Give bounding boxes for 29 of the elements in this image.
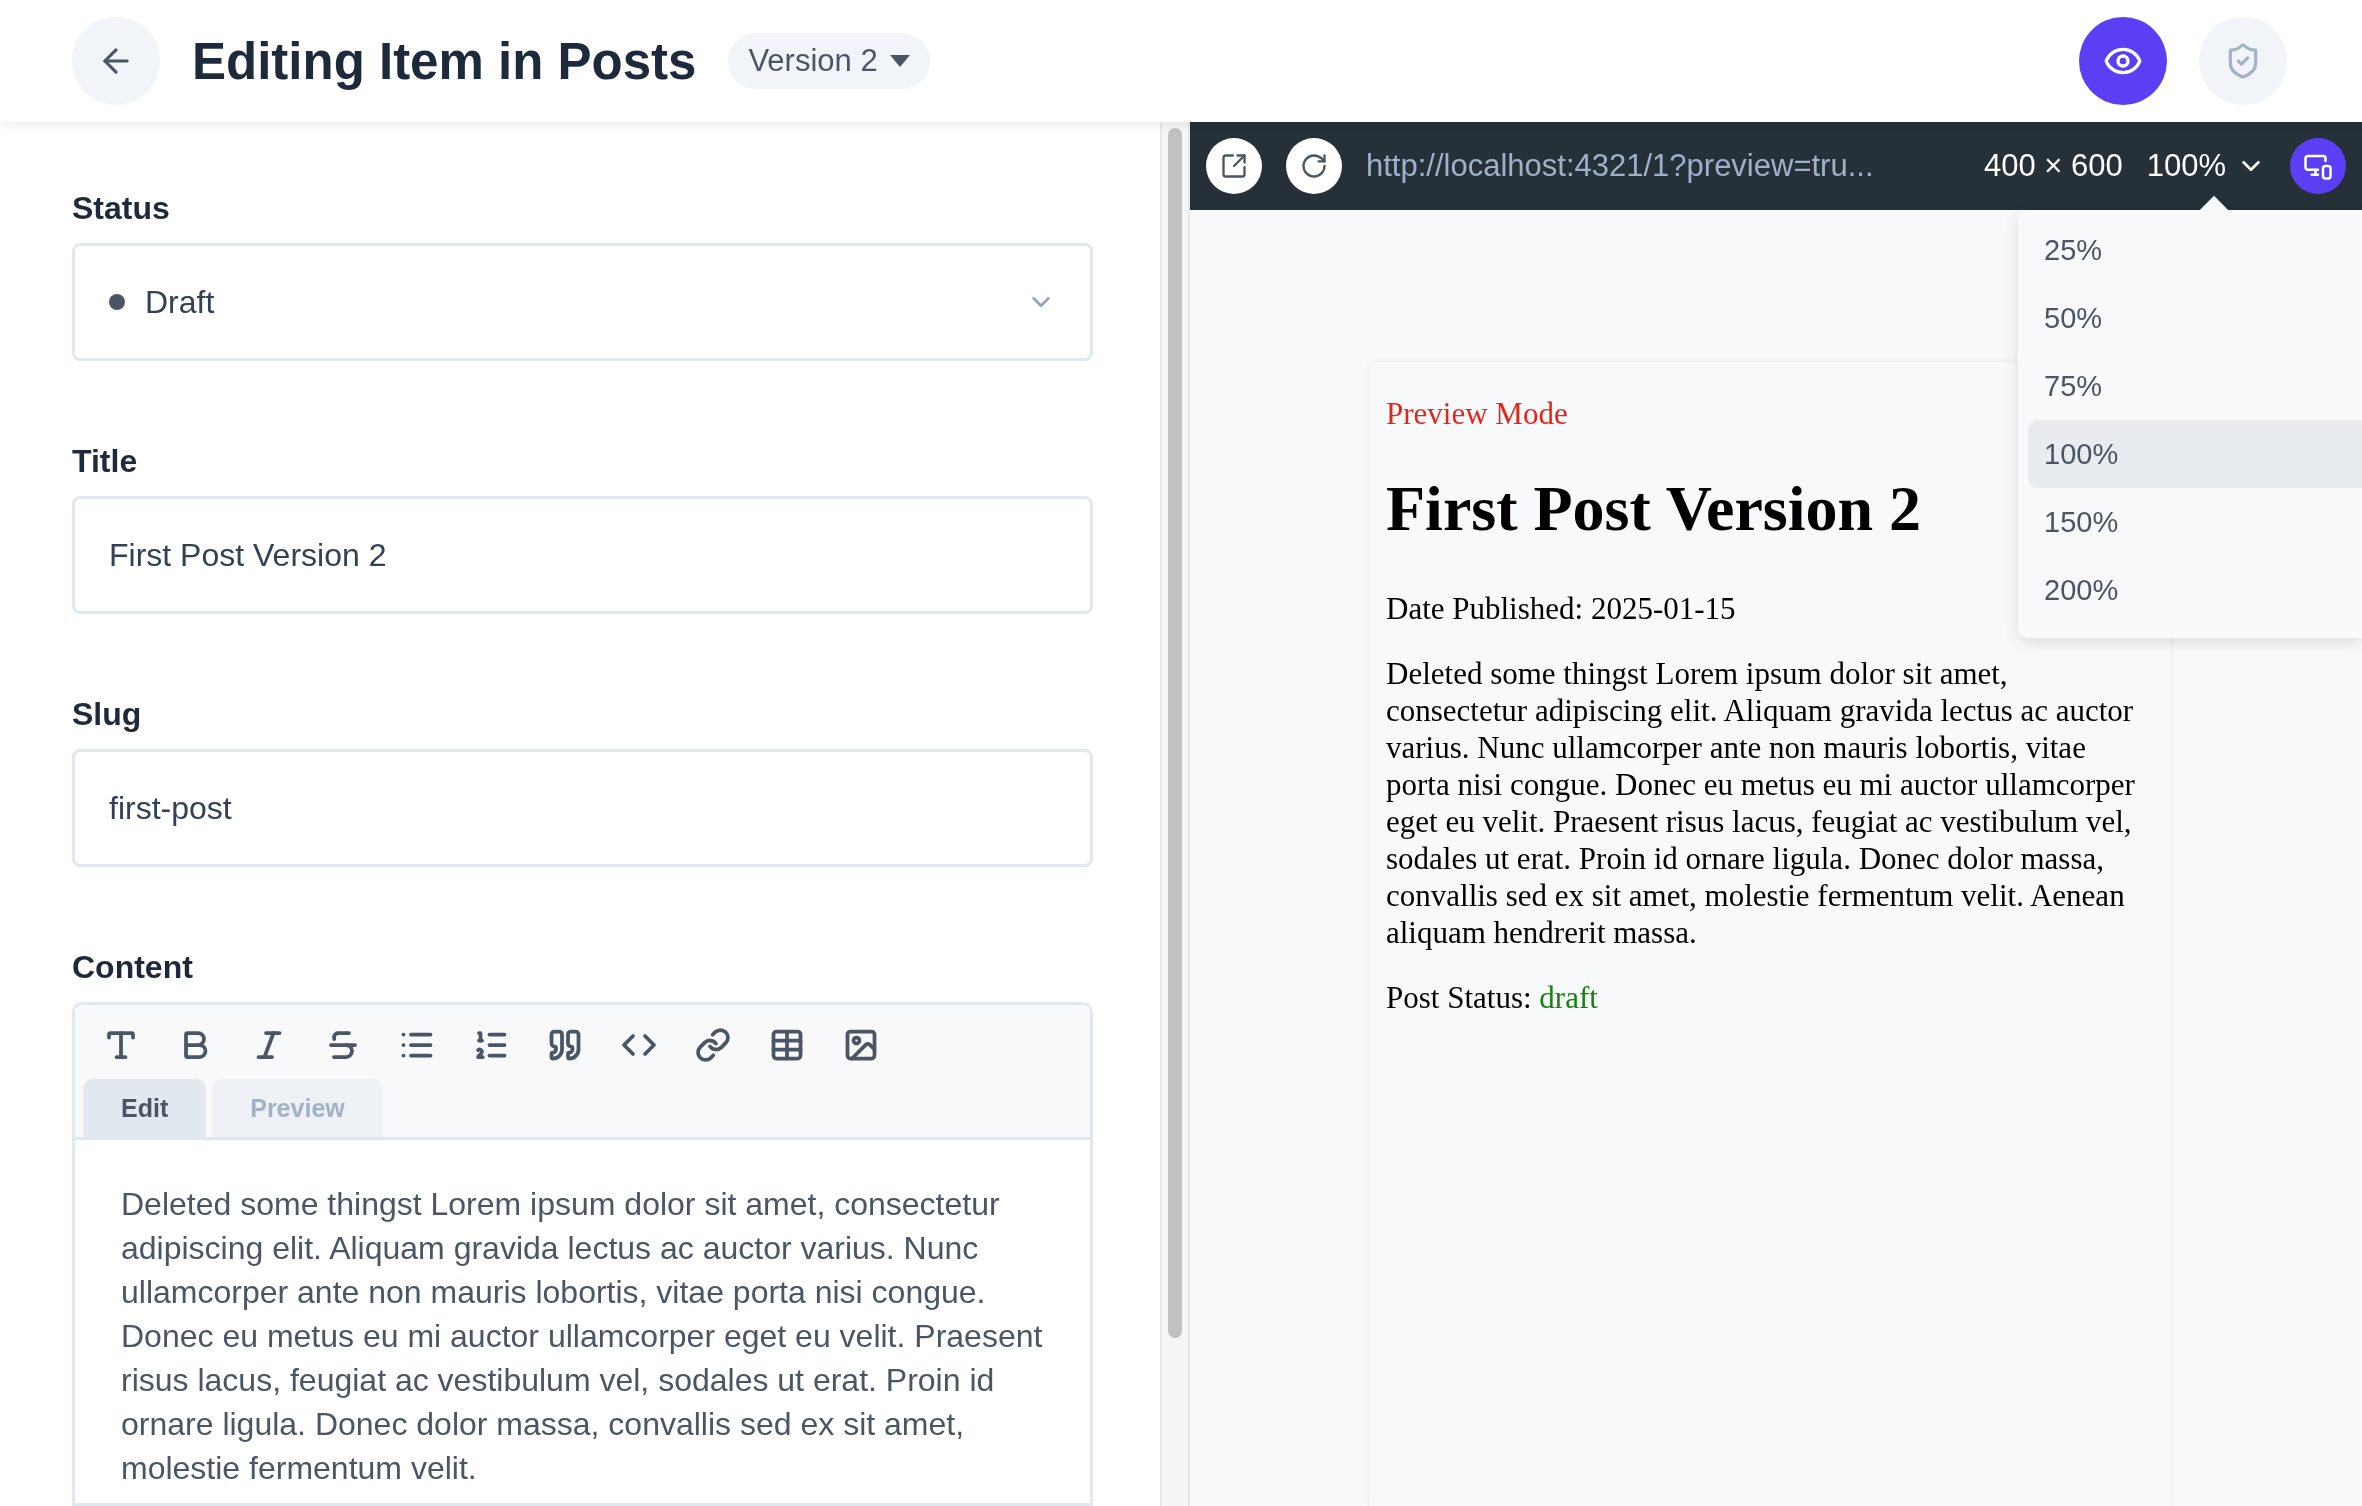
external-link-icon — [1220, 152, 1248, 180]
refresh-icon — [1300, 152, 1328, 180]
post-status-value: draft — [1539, 980, 1598, 1015]
refresh-button[interactable] — [1286, 138, 1342, 194]
preview-mode-label: Preview Mode — [1386, 396, 1568, 432]
post-status-label: Post Status: — [1386, 980, 1532, 1015]
status-dot-icon — [109, 294, 125, 310]
status-select[interactable]: Draft — [72, 243, 1093, 361]
page-title: Editing Item in Posts — [192, 31, 697, 91]
devices-button[interactable] — [2290, 138, 2346, 194]
post-heading: First Post Version 2 — [1386, 472, 1922, 546]
open-external-button[interactable] — [1206, 138, 1262, 194]
field-label: Content — [72, 949, 194, 986]
scrollbar[interactable] — [1160, 122, 1190, 1506]
zoom-select[interactable]: 100% — [2146, 148, 2266, 184]
field-label: Slug — [72, 696, 143, 733]
slug-field[interactable]: first-post — [72, 749, 1093, 867]
preview-url: http://localhost:4321/1?preview=tru... — [1366, 148, 1875, 184]
field-label: Title — [72, 443, 139, 480]
title-field[interactable]: First Post Version 2 — [72, 496, 1093, 614]
editor-tab[interactable]: Edit — [83, 1079, 207, 1137]
caret-icon — [889, 55, 910, 67]
zoom-option[interactable]: 100% — [2028, 420, 2362, 488]
version-select[interactable]: Version 2 — [728, 33, 930, 89]
content-text: Deleted some thingst Lorem ipsum dolor sit amet, consectetur adipiscing elit. Aliquam gravida lectus ac auctor varius. Nunc ullamcorper ante non mauris lobortis, vitae porta nisi congue. Donec eu metus eu mi auctor ullamcorper eget eu velit. Praesent risus lacus, feugiat ac vestibulum vel, sodales ut erat. Proin id ornare ligula. Donec dolor massa, convallis sed ex sit amet, molestie fermentum velit. — [120, 1185, 1044, 1488]
post-date: Date Published: 2025-01-15 — [1386, 590, 1736, 627]
post-body: Deleted some thingst Lorem ipsum dolor sit amet, consectetur adipiscing elit. Aliquam gravida lectus ac auctor varius. Nunc ullamcorper ante non mauris lobortis, vitae porta nisi congue. Donec eu metus eu mi auctor ullamcorper eget eu velit. Praesent risus lacus, feugiat ac vestibulum vel, sodales ut erat. Proin id ornare ligula. Donec dolor massa, convallis sed ex sit amet, molestie fermentum velit. Aenean aliquam hendrerit massa. — [1386, 655, 2136, 951]
viewport-size: 400 × 600 — [1983, 148, 2123, 184]
field-label: Status — [72, 190, 171, 227]
